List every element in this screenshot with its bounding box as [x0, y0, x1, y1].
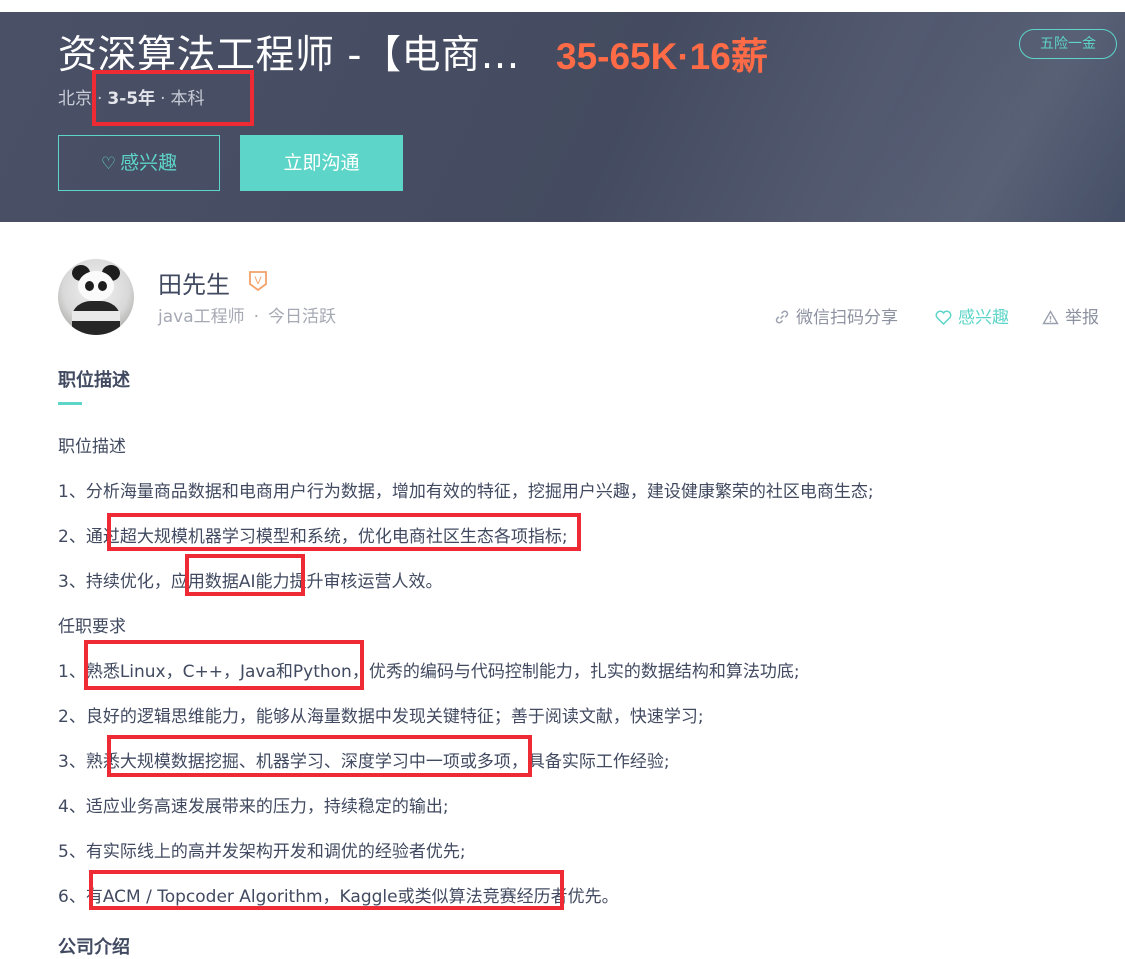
heart-icon — [935, 310, 952, 326]
section-title: 职位描述 — [58, 370, 130, 391]
heart-icon: ♡ — [100, 154, 117, 174]
verified-icon: V — [248, 270, 268, 292]
recruiter-role: java工程师 — [158, 307, 245, 327]
requirement-line: 5、有实际线上的高并发架构开发和调优的经验者优先; — [58, 842, 466, 862]
avatar-eye — [85, 281, 94, 291]
interest-link-label: 感兴趣 — [958, 308, 1009, 328]
report-button[interactable]: 举报 — [1042, 303, 1099, 328]
section-underline — [58, 402, 82, 405]
interest-button[interactable]: ♡ 感兴趣 — [58, 135, 220, 191]
company-intro-title: 公司介绍 — [58, 937, 130, 958]
description-line: 1、分析海量商品数据和电商用户行为数据，增加有效的特征，挖掘用户兴趣，建设健康繁… — [58, 482, 874, 502]
chat-now-button[interactable]: 立即沟通 — [240, 135, 403, 191]
salary: 35-65K·16薪 — [556, 36, 768, 77]
requirement-line: 4、适应业务高速发展带来的压力，持续稳定的输出; — [58, 797, 449, 817]
link-icon — [775, 310, 789, 324]
annotation-box — [89, 870, 564, 910]
warning-icon — [1042, 310, 1059, 325]
requirements-heading: 任职要求 — [58, 617, 126, 637]
annotation-box — [107, 513, 581, 551]
report-label: 举报 — [1065, 308, 1099, 328]
avatar[interactable] — [58, 259, 134, 335]
interest-button-label: 感兴趣 — [120, 152, 178, 174]
recruiter-meta: java工程师 · 今日活跃 — [158, 302, 336, 327]
requirement-line: 2、良好的逻辑思维能力，能够从海量数据中发现关键特征；善于阅读文献，快速学习; — [58, 707, 704, 727]
annotation-box — [185, 554, 305, 596]
verified-mark: V — [254, 275, 262, 287]
annotation-box — [84, 640, 364, 690]
benefit-badge[interactable]: 五险一金 — [1019, 29, 1117, 59]
job-location: 北京 — [58, 89, 92, 109]
avatar-face — [78, 271, 114, 301]
interest-link[interactable]: 感兴趣 — [935, 303, 1009, 328]
wechat-share-button[interactable]: 微信扫码分享 — [774, 303, 898, 328]
annotation-box — [92, 70, 254, 126]
annotation-box — [107, 735, 532, 777]
meta-dot: · — [253, 307, 260, 327]
recruiter-name: 田先生 — [158, 271, 230, 299]
share-label: 微信扫码分享 — [796, 308, 898, 328]
avatar-band — [72, 311, 120, 321]
recruiter-activity: 今日活跃 — [268, 307, 337, 327]
avatar-eye — [98, 281, 107, 291]
description-heading: 职位描述 — [58, 437, 126, 457]
